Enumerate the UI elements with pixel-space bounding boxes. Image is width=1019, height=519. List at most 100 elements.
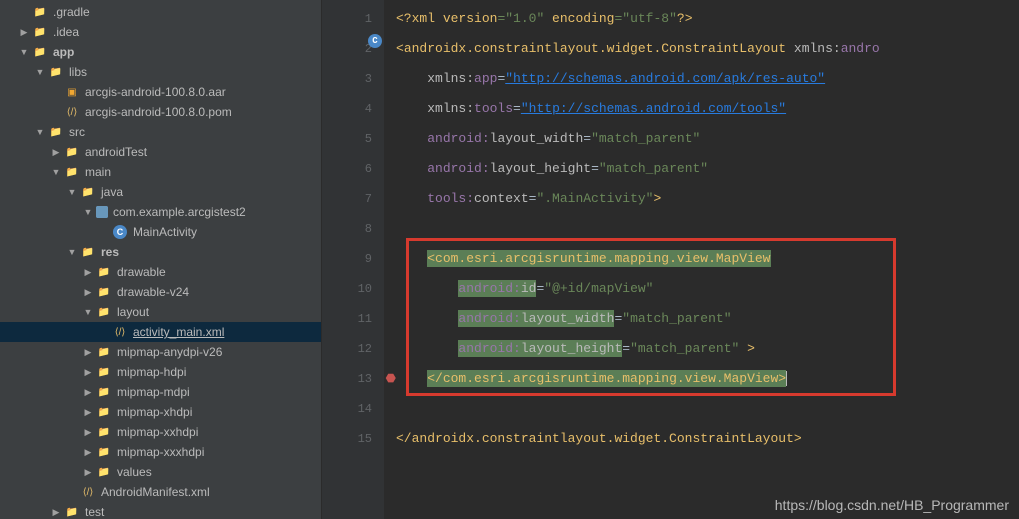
line-number: 10 <box>322 274 372 304</box>
tree-item[interactable]: ▣arcgis-android-100.8.0.aar <box>0 82 321 102</box>
line-number: 3 <box>322 64 372 94</box>
tree-item-label: MainActivity <box>133 225 315 239</box>
tree-item[interactable]: ▶📁 drawable <box>0 262 321 282</box>
tree-item[interactable]: ▶📁values <box>0 462 321 482</box>
tree-item-label: src <box>69 125 315 139</box>
expand-arrow-icon[interactable]: ▼ <box>80 307 96 317</box>
code-line: <com.esri.arcgisruntime.mapping.view.Map… <box>396 244 1019 274</box>
code-area[interactable]: <?xml version="1.0" encoding="utf-8"?> <… <box>384 0 1019 519</box>
tree-item[interactable]: ⟨/⟩ arcgis-android-100.8.0.pom <box>0 102 321 122</box>
tree-item[interactable]: ▶📁mipmap-hdpi <box>0 362 321 382</box>
expand-arrow-icon[interactable]: ▶ <box>80 387 96 398</box>
tree-item-label: .gradle <box>53 5 315 19</box>
code-editor: C ⬣ 123456789101112131415 <?xml version=… <box>322 0 1019 519</box>
expand-arrow-icon[interactable]: ▶ <box>16 27 32 38</box>
tree-item[interactable]: C MainActivity <box>0 222 321 242</box>
folder-icon: 📁 <box>96 264 112 280</box>
line-gutter: C ⬣ 123456789101112131415 <box>322 0 384 519</box>
tree-item-label: layout <box>117 305 315 319</box>
tree-item-label: test <box>85 505 315 519</box>
folder-icon: 📁 <box>96 444 112 460</box>
expand-arrow-icon[interactable]: ▼ <box>32 67 48 77</box>
expand-arrow-icon[interactable]: ▼ <box>48 167 64 177</box>
line-number: 13 <box>322 364 372 394</box>
line-number: 2 <box>322 34 372 64</box>
expand-arrow-icon[interactable]: ▶ <box>48 147 64 158</box>
line-number: 5 <box>322 124 372 154</box>
project-tree[interactable]: 📁.gradle▶📁.idea▼📁app▼📁libs▣arcgis-androi… <box>0 0 322 519</box>
tree-item-label: app <box>53 45 315 59</box>
c-ic-icon: C <box>112 224 128 240</box>
folder-icon: 📁 <box>96 284 112 300</box>
line-number: 7 <box>322 184 372 214</box>
line-number: 12 <box>322 334 372 364</box>
expand-arrow-icon[interactable]: ▶ <box>80 267 96 278</box>
class-gutter-icon: C <box>368 34 382 48</box>
expand-arrow-icon[interactable]: ▼ <box>32 127 48 137</box>
code-line: </androidx.constraintlayout.widget.Const… <box>396 424 1019 454</box>
tree-item[interactable]: ▶📁 mipmap-anydpi-v26 <box>0 342 321 362</box>
tree-item[interactable]: ⟨/⟩AndroidManifest.xml <box>0 482 321 502</box>
folder-icon: 📁 <box>80 184 96 200</box>
tree-item-label: libs <box>69 65 315 79</box>
expand-arrow-icon[interactable]: ▶ <box>48 507 64 518</box>
tree-item-label: arcgis-android-100.8.0.pom <box>85 105 315 119</box>
line-number: 1 <box>322 4 372 34</box>
tree-item-label: mipmap-xhdpi <box>117 405 315 419</box>
tree-item[interactable]: ⟨/⟩activity_main.xml <box>0 322 321 342</box>
folder-icon: 📁 <box>96 404 112 420</box>
tree-item[interactable]: ▼📁app <box>0 42 321 62</box>
tree-item-label: mipmap-anydpi-v26 <box>117 345 315 359</box>
tree-item[interactable]: ▼📁 java <box>0 182 321 202</box>
tree-item-label: values <box>117 465 315 479</box>
tree-item[interactable]: ▶📁 test <box>0 502 321 519</box>
code-line <box>396 394 1019 424</box>
folder-icon: 📁 <box>48 124 64 140</box>
tree-item[interactable]: ▼📁libs <box>0 62 321 82</box>
tree-item[interactable]: ▶📁androidTest <box>0 142 321 162</box>
tree-item-label: activity_main.xml <box>133 325 315 339</box>
tree-item[interactable]: ▶📁 mipmap-xhdpi <box>0 402 321 422</box>
tree-item-label: drawable <box>117 265 315 279</box>
folder-icon: 📁 <box>96 424 112 440</box>
tree-item-label: drawable-v24 <box>117 285 315 299</box>
tree-item-label: res <box>101 245 315 259</box>
tree-item[interactable]: ▼📁res <box>0 242 321 262</box>
expand-arrow-icon[interactable]: ▶ <box>80 367 96 378</box>
line-number: 6 <box>322 154 372 184</box>
tree-item[interactable]: ▶📁mipmap-mdpi <box>0 382 321 402</box>
tree-item-label: main <box>85 165 315 179</box>
tree-item[interactable]: ▼com.example.arcgistest2 <box>0 202 321 222</box>
expand-arrow-icon[interactable]: ▶ <box>80 347 96 358</box>
tree-item-label: java <box>101 185 315 199</box>
line-number: 15 <box>322 424 372 454</box>
tree-item-label: .idea <box>53 25 315 39</box>
tree-item[interactable]: ▶📁mipmap-xxxhdpi <box>0 442 321 462</box>
tree-item[interactable]: ▶📁mipmap-xxhdpi <box>0 422 321 442</box>
code-line <box>396 214 1019 244</box>
expand-arrow-icon[interactable]: ▶ <box>80 407 96 418</box>
tree-item[interactable]: 📁 .gradle <box>0 2 321 22</box>
jar-ic-icon: ▣ <box>64 84 80 100</box>
code-line: android:layout_width="match_parent" <box>396 124 1019 154</box>
tree-item[interactable]: ▼📁 src <box>0 122 321 142</box>
expand-arrow-icon[interactable]: ▶ <box>80 427 96 438</box>
folder-icon: 📁 <box>64 504 80 519</box>
tree-item[interactable]: ▼📁 main <box>0 162 321 182</box>
folder-gradle-icon: 📁 <box>32 4 48 20</box>
expand-arrow-icon[interactable]: ▶ <box>80 467 96 478</box>
tree-item[interactable]: ▶📁.idea <box>0 22 321 42</box>
expand-arrow-icon[interactable]: ▶ <box>80 447 96 458</box>
expand-arrow-icon[interactable]: ▼ <box>64 187 80 197</box>
expand-arrow-icon[interactable]: ▼ <box>16 47 32 57</box>
tree-item-label: mipmap-mdpi <box>117 385 315 399</box>
folder-icon: 📁 <box>96 344 112 360</box>
line-number: 14 <box>322 394 372 424</box>
xml-ic-icon: ⟨/⟩ <box>64 104 80 120</box>
expand-arrow-icon[interactable]: ▼ <box>80 207 96 217</box>
expand-arrow-icon[interactable]: ▼ <box>64 247 80 257</box>
tree-item[interactable]: ▼📁layout <box>0 302 321 322</box>
tree-item[interactable]: ▶📁 drawable-v24 <box>0 282 321 302</box>
folder-icon: 📁 <box>64 164 80 180</box>
expand-arrow-icon[interactable]: ▶ <box>80 287 96 298</box>
